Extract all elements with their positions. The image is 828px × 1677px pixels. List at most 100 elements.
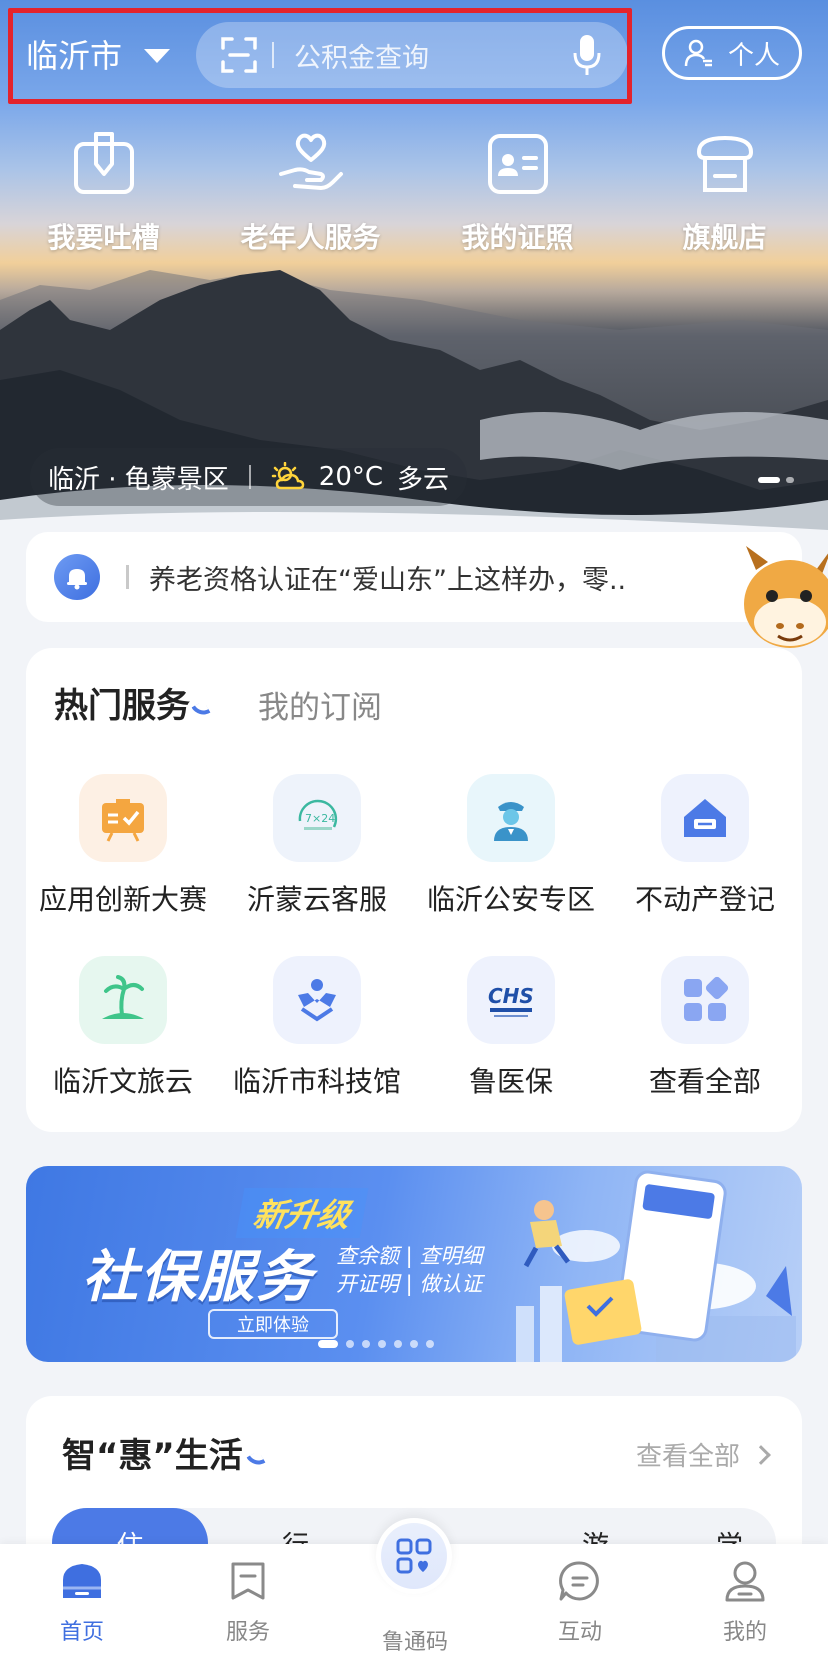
- carousel-dot: [410, 1340, 418, 1348]
- cow-mascot-icon[interactable]: [738, 540, 828, 660]
- service-label: 鲁医保: [468, 1065, 553, 1098]
- notice-divider: [126, 565, 129, 589]
- nav-home[interactable]: 首页: [27, 1558, 137, 1646]
- location-divider: [248, 465, 251, 489]
- feedback-icon: [73, 132, 134, 194]
- title-accent-mark: [246, 1450, 266, 1470]
- partly-cloudy-icon: [271, 462, 305, 490]
- service-tabs: 热门服务 我的订阅: [54, 678, 382, 727]
- quick-entry-feedback[interactable]: 我要吐槽: [0, 130, 207, 256]
- home-icon: [63, 1564, 101, 1598]
- quick-entry-elderly[interactable]: 老年人服务: [207, 130, 414, 256]
- quick-entries: 我要吐槽 老年人服务 我的证照 旗舰店: [0, 130, 828, 256]
- hero-carousel-dots: [758, 477, 794, 483]
- try-now-button[interactable]: 立即体验: [208, 1309, 338, 1339]
- quick-entry-label: 我的证照: [461, 221, 574, 254]
- chs-medical-insurance-icon: CHS: [467, 956, 555, 1044]
- house-icon: [661, 774, 749, 862]
- service-label: 应用创新大赛: [38, 883, 207, 916]
- carousel-dot: [758, 477, 780, 483]
- service-item[interactable]: CHS 鲁医保: [414, 956, 608, 1100]
- view-all-link[interactable]: 查看全部: [636, 1436, 771, 1473]
- banner-badge: 新升级: [235, 1188, 369, 1238]
- police-officer-icon: [467, 774, 555, 862]
- nav-label: 鲁通码: [381, 1630, 448, 1655]
- service-grid: 应用创新大赛 7×24 沂蒙云客服 临沂公安专区 不动产登记 临沂文旅云 临沂市…: [26, 774, 802, 1100]
- contest-board-icon: [79, 774, 167, 862]
- bottom-navigation: 首页 服务 鲁通码 互动 我的: [0, 1518, 828, 1677]
- carousel-dot: [786, 477, 794, 483]
- service-item[interactable]: 7×24 沂蒙云客服: [220, 774, 414, 918]
- temperature: 20°C: [318, 462, 384, 492]
- nav-label: 互动: [557, 1620, 602, 1645]
- banner-subtitle: 查余额 | 查明细 开证明 | 做认证: [336, 1242, 482, 1298]
- service-item[interactable]: 临沂市科技馆: [220, 956, 414, 1100]
- svg-text:7×24: 7×24: [305, 812, 335, 825]
- qr-code-icon: [396, 1538, 432, 1574]
- customer-service-7x24-icon: 7×24: [273, 774, 361, 862]
- person-switch-icon: [684, 39, 712, 67]
- nav-interaction[interactable]: 互动: [525, 1558, 635, 1646]
- social-security-banner[interactable]: 新升级 社保服务 查余额 | 查明细 开证明 | 做认证 立即体验: [26, 1166, 802, 1362]
- title-accent-mark: [191, 700, 211, 720]
- nav-services[interactable]: 服务: [193, 1558, 303, 1646]
- quick-entry-store[interactable]: 旗舰店: [621, 130, 828, 256]
- personal-switch-button[interactable]: 个人: [662, 26, 802, 80]
- service-label: 不动产登记: [634, 883, 775, 916]
- carousel-dot: [346, 1340, 354, 1348]
- top-bar: 临沂市 公积金查询 个人: [0, 0, 828, 112]
- notice-bar[interactable]: 养老资格认证在“爱山东”上这样办，零..: [26, 532, 802, 622]
- carousel-dot: [318, 1340, 338, 1348]
- hero-banner[interactable]: 临沂市 公积金查询 个人 我要吐槽 老年人服务 我的证照 旗舰店 临沂 · 龟蒙…: [0, 0, 828, 560]
- personal-label: 个人: [727, 40, 780, 71]
- nav-lutong-code[interactable]: [376, 1518, 452, 1594]
- smart-life-title: 智“惠”生活: [62, 1428, 266, 1477]
- service-item[interactable]: 查看全部: [608, 956, 802, 1100]
- nav-label: 服务: [225, 1620, 270, 1645]
- bookmark-icon: [231, 1562, 265, 1600]
- chat-bubble-icon: [559, 1561, 599, 1601]
- service-label: 查看全部: [648, 1065, 761, 1098]
- quick-entry-certificates[interactable]: 我的证照: [414, 130, 621, 256]
- banner-title: 社保服务: [82, 1245, 314, 1310]
- quick-entry-label: 老年人服务: [240, 221, 381, 254]
- science-museum-icon: [273, 956, 361, 1044]
- carousel-dot: [362, 1340, 370, 1348]
- location-weather-pill: 临沂 · 龟蒙景区 20°C 多云: [30, 448, 468, 506]
- service-item[interactable]: 临沂文旅云: [26, 956, 220, 1100]
- carousel-dot: [378, 1340, 386, 1348]
- service-label: 临沂公安专区: [426, 883, 595, 916]
- svg-text:CHS: CHS: [488, 984, 534, 1008]
- tab-my-subscriptions[interactable]: 我的订阅: [258, 682, 382, 727]
- banner-subtitle-line1: 查余额 | 查明细: [336, 1244, 483, 1268]
- tab-hot-services[interactable]: 热门服务: [54, 678, 211, 727]
- store-icon: [696, 135, 753, 192]
- scenic-location: 临沂 · 龟蒙景区: [48, 464, 229, 495]
- quick-entry-label: 我要吐槽: [47, 221, 160, 254]
- service-item[interactable]: 临沂公安专区: [414, 774, 608, 918]
- hot-services-card: 热门服务 我的订阅 应用创新大赛 7×24 沂蒙云客服 临沂公安专区 不动产登记: [26, 648, 802, 1132]
- service-label: 临沂文旅云: [52, 1065, 193, 1098]
- chevron-right-icon: [751, 1444, 771, 1465]
- elderly-heart-icon: [278, 133, 343, 190]
- bell-icon: [54, 554, 100, 600]
- service-label: 临沂市科技馆: [232, 1065, 401, 1098]
- carousel-dot: [426, 1340, 434, 1348]
- quick-entry-label: 旗舰店: [682, 221, 767, 254]
- palm-island-icon: [79, 956, 167, 1044]
- banner-carousel-dots: [318, 1340, 434, 1348]
- nav-label: 首页: [59, 1620, 104, 1645]
- service-item[interactable]: 不动产登记: [608, 774, 802, 918]
- service-item[interactable]: 应用创新大赛: [26, 774, 220, 918]
- banner-subtitle-line2: 开证明 | 做认证: [336, 1272, 483, 1296]
- nav-label: 我的: [722, 1620, 767, 1645]
- banner-illustration: [516, 1170, 796, 1362]
- user-profile-icon: [725, 1561, 765, 1602]
- weather-text: 多云: [397, 464, 450, 495]
- nav-mine[interactable]: 我的: [690, 1558, 800, 1646]
- service-label: 沂蒙云客服: [246, 883, 387, 916]
- notice-text[interactable]: 养老资格认证在“爱山东”上这样办，零..: [149, 558, 626, 597]
- highlight-annotation-box: [8, 8, 632, 104]
- all-apps-grid-icon: [661, 956, 749, 1044]
- carousel-dot: [394, 1340, 402, 1348]
